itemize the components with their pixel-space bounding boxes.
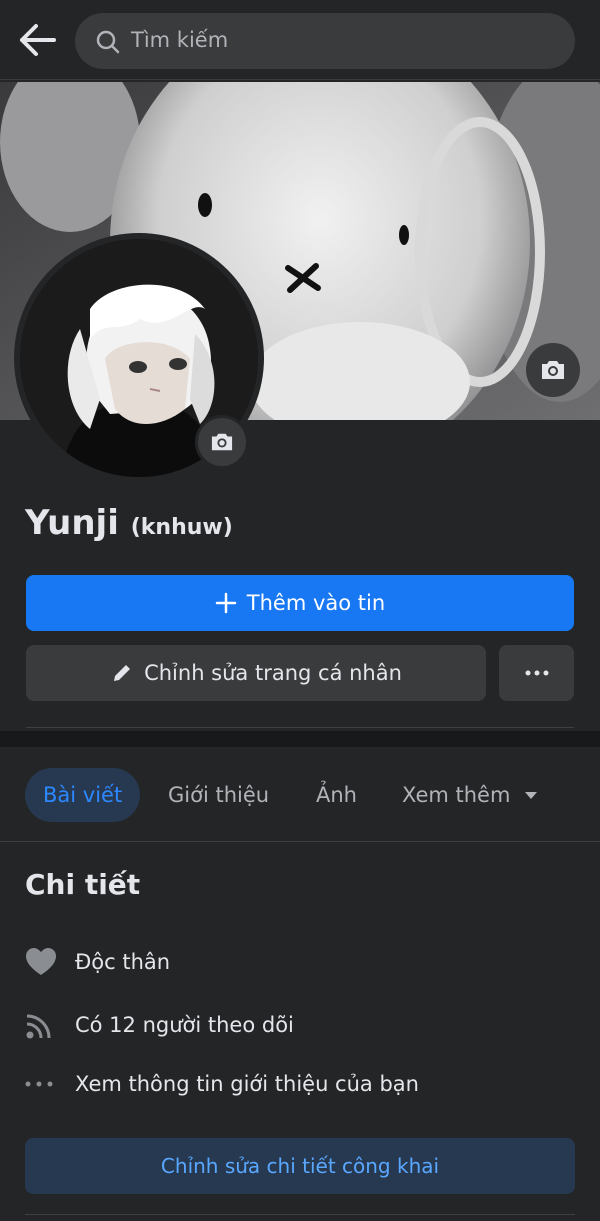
tab-see-more[interactable]: Xem thêm [402, 768, 538, 822]
tab-photos-label: Ảnh [316, 783, 357, 807]
alternate-name: (knhuw) [130, 515, 233, 540]
profile-name: Yunji (knhuw) [25, 503, 233, 543]
caret-down-icon [525, 792, 538, 799]
tab-see-more-label: Xem thêm [402, 783, 511, 807]
profile-tabs: Bài viết Giới thiệu Ảnh Xem thêm [0, 747, 600, 842]
camera-icon [542, 361, 564, 379]
tab-about[interactable]: Giới thiệu [168, 768, 269, 822]
back-arrow-icon[interactable] [18, 22, 58, 58]
tab-posts[interactable]: Bài viết [25, 768, 141, 822]
avatar-camera-button[interactable] [195, 415, 249, 469]
top-bar: Tìm kiếm [0, 0, 600, 80]
detail-see-about[interactable]: Xem thông tin giới thiệu của bạn [25, 1064, 419, 1104]
tab-about-label: Giới thiệu [168, 783, 270, 807]
edit-profile-button[interactable]: Chỉnh sửa trang cá nhân [26, 645, 486, 701]
divider [25, 1214, 575, 1215]
add-to-story-label: Thêm vào tin [246, 591, 386, 615]
details-title: Chi tiết [25, 868, 141, 901]
search-placeholder: Tìm kiếm [131, 28, 229, 52]
pencil-icon [114, 665, 131, 681]
section-separator [0, 731, 600, 747]
plus-icon [215, 592, 237, 614]
rss-icon [25, 1010, 75, 1040]
heart-icon [25, 947, 75, 977]
detail-followers: Có 12 người theo dõi [25, 1005, 294, 1045]
tab-posts-label: Bài viết [43, 783, 123, 807]
more-options-button[interactable] [499, 645, 574, 701]
edit-profile-label: Chỉnh sửa trang cá nhân [144, 661, 402, 685]
add-to-story-button[interactable]: Thêm vào tin [26, 575, 574, 631]
search-icon [95, 29, 121, 59]
more-dots-icon [525, 670, 548, 676]
detail-followers-text: Có 12 người theo dõi [75, 1013, 294, 1037]
detail-see-about-text: Xem thông tin giới thiệu của bạn [75, 1072, 419, 1096]
edit-public-details-label: Chỉnh sửa chi tiết công khai [160, 1154, 440, 1178]
profile-name-text: Yunji [25, 503, 119, 543]
search-input[interactable]: Tìm kiếm [75, 13, 575, 69]
more-dots-icon [25, 1081, 75, 1087]
detail-relationship-text: Độc thân [75, 950, 171, 974]
divider [26, 727, 574, 728]
tab-photos[interactable]: Ảnh [316, 768, 357, 822]
camera-icon [211, 433, 233, 451]
edit-public-details-button[interactable]: Chỉnh sửa chi tiết công khai [25, 1138, 575, 1194]
detail-relationship: Độc thân [25, 942, 170, 982]
cover-camera-button[interactable] [526, 343, 580, 397]
